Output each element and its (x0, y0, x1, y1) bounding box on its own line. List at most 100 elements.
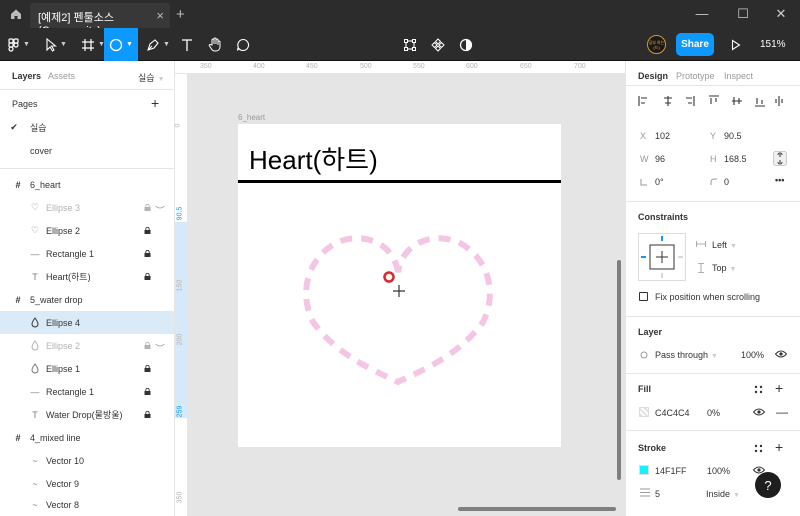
layer-row[interactable]: # 6_heart (0, 173, 174, 196)
component-menu-button[interactable] (399, 28, 421, 61)
layer-row[interactable]: ~ Vector 8 (0, 493, 174, 516)
layer-row[interactable]: T Heart(하트) (0, 265, 174, 288)
page-item[interactable]: ✔ 실습 (0, 116, 174, 139)
tab-inspect[interactable]: Inspect (724, 71, 753, 81)
lock-icon[interactable] (144, 273, 151, 280)
constrain-proportions-icon[interactable] (773, 151, 787, 166)
share-button[interactable]: Share (676, 33, 714, 56)
close-window-icon[interactable]: ✕ (773, 6, 789, 22)
lock-icon[interactable] (144, 250, 151, 257)
layer-label: Rectangle 1 (46, 386, 95, 397)
more-options-icon[interactable]: ••• (775, 175, 784, 185)
fill-opacity-field[interactable]: 0% (707, 408, 720, 418)
horizontal-constraint-select[interactable]: Left ▼ (712, 240, 737, 250)
new-tab-icon[interactable]: + (176, 6, 185, 23)
stroke-weight-field[interactable]: 5 (655, 489, 660, 499)
stroke-title: Stroke (638, 443, 667, 453)
vertical-scrollbar[interactable] (617, 260, 621, 480)
layer-opacity-field[interactable]: 100% (741, 350, 764, 360)
layer-row[interactable]: Ellipse 1 (0, 357, 174, 380)
page-item[interactable]: cover (0, 139, 174, 162)
maximize-icon[interactable]: ☐ (735, 6, 751, 22)
page-selector[interactable]: 실습 ▼ (138, 71, 165, 84)
eye-icon[interactable] (775, 350, 787, 358)
text-tool-button[interactable] (176, 28, 198, 61)
tab-prototype[interactable]: Prototype (676, 71, 715, 81)
layer-row[interactable]: — Rectangle 1 (0, 242, 174, 265)
stroke-opacity-field[interactable]: 100% (707, 466, 730, 476)
tab-assets[interactable]: Assets (48, 71, 75, 81)
help-button[interactable]: ? (755, 472, 781, 498)
eye-icon[interactable] (753, 408, 765, 416)
heart-outline[interactable] (303, 235, 493, 386)
move-tool-button[interactable]: ▼ (40, 28, 72, 61)
layer-row[interactable]: # 4_mixed line (0, 426, 174, 449)
close-tab-icon[interactable]: × (156, 8, 164, 23)
minimize-icon[interactable]: — (694, 6, 710, 21)
hidden-eye-icon[interactable] (155, 205, 165, 210)
home-icon[interactable] (8, 6, 24, 22)
style-grid-icon[interactable] (754, 385, 763, 394)
x-field[interactable]: 102 (655, 131, 670, 141)
hidden-eye-icon[interactable] (155, 343, 165, 348)
layer-row[interactable]: T Water Drop(물방울) (0, 403, 174, 426)
lock-icon[interactable] (144, 388, 151, 395)
corner-radius-field[interactable]: 0 (724, 177, 729, 187)
anchor-point[interactable] (383, 271, 395, 283)
layer-row[interactable]: # 5_water drop (0, 288, 174, 311)
add-page-icon[interactable]: + (151, 95, 159, 111)
frame-label[interactable]: 6_heart (238, 113, 265, 122)
lock-icon[interactable] (144, 365, 151, 372)
dashed-heart-shape[interactable] (298, 232, 498, 392)
main-menu-button[interactable]: ▼ (4, 28, 34, 61)
alignment-toolbar[interactable] (638, 95, 788, 107)
layer-row[interactable]: ~ Vector 9 (0, 472, 174, 495)
layer-row-selected[interactable]: Ellipse 4 (0, 311, 174, 334)
heart-title[interactable]: Heart(하트) (249, 140, 378, 177)
y-field[interactable]: 90.5 (724, 131, 742, 141)
stroke-weight-icon (640, 488, 650, 497)
present-button[interactable] (728, 28, 744, 61)
stroke-swatch[interactable] (639, 465, 649, 475)
lock-icon[interactable] (144, 342, 151, 349)
layer-row[interactable]: — Rectangle 1 (0, 380, 174, 403)
vertical-constraint-select[interactable]: Top ▼ (712, 263, 736, 273)
selection-range-highlight (175, 222, 188, 418)
height-field[interactable]: 168.5 (724, 154, 747, 164)
shape-tool-button[interactable]: ▼ (104, 28, 138, 61)
title-underline[interactable] (238, 180, 561, 183)
blend-mode-select[interactable]: Pass through ▼ (655, 350, 718, 360)
ruler-tick: 350 (176, 491, 184, 504)
stroke-position-select[interactable]: Inside ▼ (706, 489, 740, 499)
lock-icon[interactable] (144, 204, 151, 211)
stroke-hex-field[interactable]: 14F1FF (655, 466, 687, 476)
mask-button[interactable] (455, 28, 477, 61)
layer-row[interactable]: Ellipse 2 (0, 334, 174, 357)
layer-row[interactable]: ~ Vector 10 (0, 449, 174, 472)
heart-frame[interactable]: Heart(하트) (238, 124, 561, 447)
comment-tool-button[interactable] (232, 28, 254, 61)
lock-icon[interactable] (144, 411, 151, 418)
tab-design[interactable]: Design (638, 71, 668, 81)
width-field[interactable]: 96 (655, 154, 665, 164)
style-grid-icon[interactable] (754, 444, 763, 453)
tab-layers[interactable]: Layers (12, 71, 41, 81)
create-component-button[interactable] (427, 28, 449, 61)
avatar[interactable]: 공부 하는(드) (647, 35, 666, 54)
file-tab[interactable]: [예제2] 펜툴소스 (Community) × (30, 3, 170, 37)
fix-position-checkbox[interactable] (639, 292, 648, 301)
constraints-widget[interactable] (638, 233, 686, 281)
add-stroke-icon[interactable]: + (775, 439, 783, 455)
rotation-field[interactable]: 0° (655, 177, 664, 187)
hand-tool-button[interactable] (204, 28, 226, 61)
pen-tool-button[interactable]: ▼ (142, 28, 174, 61)
lock-icon[interactable] (144, 227, 151, 234)
layer-row[interactable]: ♡ Ellipse 3 (0, 196, 174, 219)
fill-hex-field[interactable]: C4C4C4 (655, 408, 690, 418)
horizontal-scrollbar[interactable] (458, 507, 616, 511)
add-fill-icon[interactable]: + (775, 380, 783, 396)
fill-swatch[interactable] (639, 407, 649, 417)
layer-row[interactable]: ♡ Ellipse 2 (0, 219, 174, 242)
remove-fill-icon[interactable]: — (776, 405, 788, 419)
zoom-level[interactable]: 151% (760, 39, 786, 50)
